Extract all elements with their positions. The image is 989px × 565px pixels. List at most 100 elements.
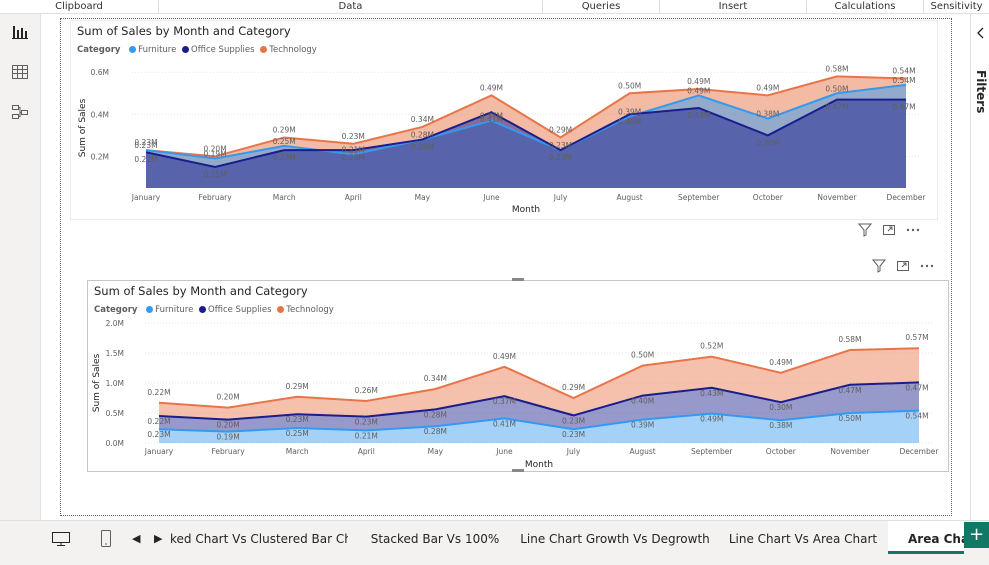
- page-tab-bar: ◀ ▶ ked Chart Vs Clustered Bar Chart Sta…: [0, 520, 989, 558]
- x-tick-label: January: [144, 447, 174, 456]
- x-axis-title: Month: [525, 460, 553, 470]
- desktop-layout-icon[interactable]: [50, 521, 72, 557]
- y-axis-title: Sum of Sales: [78, 98, 88, 157]
- data-label-office-supplies: 0.23M: [355, 418, 378, 427]
- data-label-technology: 0.29M: [273, 125, 296, 134]
- x-tick-label: August: [617, 193, 643, 202]
- view-switcher: [0, 14, 41, 520]
- data-label-technology: 0.50M: [618, 81, 641, 90]
- data-label-office-supplies: 0.30M: [756, 138, 779, 147]
- x-tick-label: June: [482, 193, 500, 202]
- tab-area-chart[interactable]: Area Chart: [888, 521, 964, 554]
- tab-line-chart-vs-area-chart[interactable]: Line Chart Vs Area Chart: [724, 521, 882, 557]
- phone-layout-icon[interactable]: [99, 521, 113, 557]
- scroll-tabs-right-icon[interactable]: ▶: [154, 521, 162, 557]
- ribbon-group-data: Data: [159, 0, 543, 13]
- stacked-area-chart-plot: 0.0M 0.5M 1.0M 1.5M 2.0M January February March…: [92, 319, 939, 470]
- x-tick-label: February: [211, 447, 245, 456]
- data-label-technology: 0.22M: [147, 388, 170, 397]
- data-label-office-supplies: 0.41M: [480, 115, 503, 124]
- x-tick-label: July: [566, 447, 581, 456]
- data-label-technology: 0.29M: [549, 125, 572, 134]
- tab-line-chart-growth-vs-degrowth[interactable]: Line Chart Growth Vs Degrowth: [516, 521, 714, 557]
- report-view-icon[interactable]: [10, 22, 30, 42]
- x-tick-label: September: [691, 447, 733, 456]
- x-tick-label: October: [753, 193, 784, 202]
- data-label-office-supplies: 0.20M: [217, 421, 240, 430]
- data-label-furniture: 0.21M: [355, 431, 378, 440]
- data-label-furniture: 0.19M: [217, 433, 240, 442]
- data-label-technology: 0.23M: [342, 132, 365, 141]
- y-tick-label: 1.5M: [106, 349, 124, 358]
- data-label-technology: 0.57M: [905, 333, 928, 342]
- y-tick-label: 0.4M: [91, 110, 109, 119]
- data-label-furniture: 0.25M: [273, 137, 296, 146]
- stacked-area-chart-visual-2[interactable]: Sum of Sales by Month and Category Categ…: [87, 280, 949, 472]
- more-options-icon[interactable]: [920, 259, 934, 276]
- scroll-tabs-left-icon[interactable]: ◀: [132, 521, 140, 557]
- visual-2-header: [871, 259, 944, 276]
- add-page-button[interactable]: +: [964, 522, 989, 548]
- x-tick-label: September: [678, 193, 720, 202]
- expand-pane-icon[interactable]: [974, 26, 988, 40]
- data-label-office-supplies: 0.23M: [286, 415, 309, 424]
- data-label-technology: 0.29M: [562, 383, 585, 392]
- data-label-office-supplies: 0.47M: [892, 103, 915, 112]
- data-label-technology: 0.49M: [493, 352, 516, 361]
- x-tick-label: October: [766, 447, 797, 456]
- x-tick-label: May: [428, 447, 444, 456]
- x-tick-label: July: [553, 193, 568, 202]
- y-axis-title: Sum of Sales: [92, 353, 102, 412]
- model-view-icon[interactable]: [10, 102, 30, 122]
- data-label-furniture: 0.23M: [147, 430, 170, 439]
- data-label-furniture: 0.49M: [687, 86, 710, 95]
- data-label-furniture: 0.50M: [825, 84, 848, 93]
- filter-icon[interactable]: [857, 223, 873, 240]
- ribbon-group-sensitivity: Sensitivity: [930, 1, 983, 12]
- tab-stacked-bar-vs-100[interactable]: Stacked Bar Vs 100%: [365, 521, 505, 557]
- visual-1-header: [857, 223, 930, 240]
- area-chart-visual-1[interactable]: Sum of Sales by Month and Category Categ…: [70, 20, 938, 220]
- ribbon-group-insert: Insert: [660, 0, 807, 13]
- filters-pane-label[interactable]: Filters: [974, 70, 988, 113]
- data-label-furniture: 0.28M: [424, 427, 447, 436]
- resize-handle-top[interactable]: [512, 278, 524, 281]
- data-label-technology: 0.52M: [700, 342, 723, 351]
- ribbon-group-labels: Clipboard Data Queries Insert Calculatio…: [0, 0, 989, 14]
- y-tick-label: 0.0M: [106, 439, 124, 448]
- data-label-office-supplies: 0.23M: [549, 153, 572, 162]
- data-label-furniture: 0.41M: [493, 419, 516, 428]
- more-options-icon[interactable]: [906, 223, 920, 240]
- tab-stacked-vs-clustered-bar[interactable]: ked Chart Vs Clustered Bar Chart: [170, 521, 348, 557]
- data-label-office-supplies: 0.23M: [273, 153, 296, 162]
- data-label-furniture: 0.50M: [838, 414, 861, 423]
- x-tick-label: December: [887, 193, 927, 202]
- filter-icon[interactable]: [871, 259, 887, 276]
- data-label-office-supplies: 0.43M: [687, 111, 710, 120]
- y-tick-label: 0.2M: [91, 152, 109, 161]
- x-tick-label: May: [415, 193, 431, 202]
- y-tick-label: 1.0M: [106, 379, 124, 388]
- data-label-furniture: 0.39M: [618, 107, 641, 116]
- data-label-office-supplies: 0.47M: [825, 103, 848, 112]
- resize-handle-bottom[interactable]: [512, 469, 524, 472]
- ribbon-group-clipboard: Clipboard: [0, 0, 159, 13]
- data-label-technology: 0.49M: [769, 358, 792, 367]
- focus-mode-icon[interactable]: [882, 223, 896, 240]
- ribbon-group-calculations: Calculations: [807, 0, 924, 13]
- x-tick-label: March: [273, 193, 296, 202]
- y-tick-label: 2.0M: [106, 319, 124, 328]
- focus-mode-icon[interactable]: [896, 259, 910, 276]
- data-label-technology: 0.58M: [825, 64, 848, 73]
- data-label-furniture: 0.25M: [286, 429, 309, 438]
- y-tick-label: 0.5M: [106, 409, 124, 418]
- data-label-office-supplies: 0.43M: [700, 389, 723, 398]
- data-label-technology: 0.50M: [631, 351, 654, 360]
- data-label-technology: 0.49M: [687, 77, 710, 86]
- data-label-technology: 0.23M: [134, 138, 157, 147]
- ribbon-group-queries: Queries: [543, 0, 660, 13]
- data-label-office-supplies: 0.40M: [631, 397, 654, 406]
- data-label-furniture: 0.28M: [411, 131, 434, 140]
- x-tick-label: June: [495, 447, 513, 456]
- table-view-icon[interactable]: [10, 62, 30, 82]
